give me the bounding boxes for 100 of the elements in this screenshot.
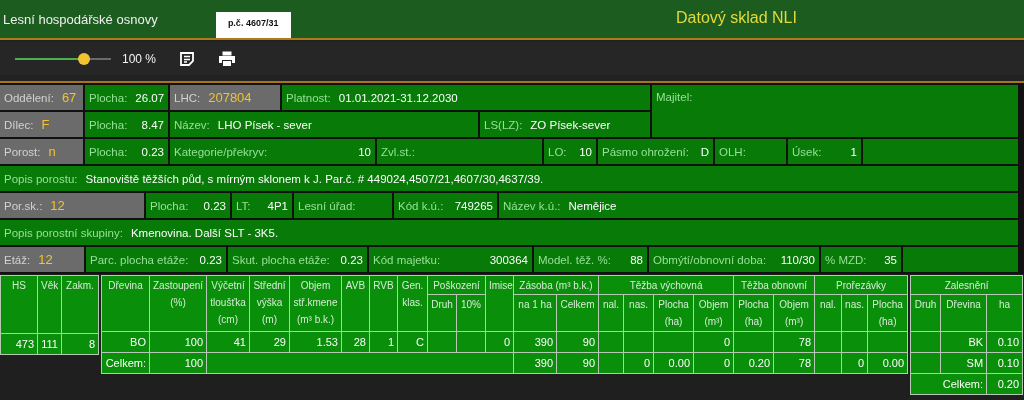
- field-value: 8.47: [141, 118, 164, 131]
- table-cell: 0.20: [986, 373, 1023, 395]
- field-value: 1: [850, 145, 857, 158]
- field-label: Zvl.st.:: [381, 145, 415, 158]
- table-cell: [733, 331, 774, 353]
- column-header: Zalesnění: [910, 275, 1023, 295]
- column-header: Plocha (ha): [733, 294, 774, 332]
- field-value: 10: [358, 145, 371, 158]
- column-header: Druh: [427, 294, 457, 332]
- column-header: RVB: [369, 275, 398, 332]
- field-label: Model. těž. %:: [538, 253, 611, 266]
- field-label: LT:: [236, 199, 251, 212]
- table-cell: 0: [693, 331, 734, 353]
- field-value: 88: [630, 253, 643, 266]
- field-label: Kód k.ú.:: [398, 199, 444, 212]
- field-value: n: [48, 144, 56, 159]
- field-label: Porost:: [4, 145, 41, 158]
- field-value: 10: [579, 145, 592, 158]
- table-cell: [841, 331, 868, 353]
- table-cell: [623, 331, 654, 353]
- field-value: 0.23: [340, 253, 363, 266]
- app-title: Lesní hospodářské osnovy: [2, 11, 158, 27]
- field-label: Platnost:: [286, 91, 331, 104]
- table-cell: 1: [369, 331, 398, 353]
- table-cell: [653, 331, 694, 353]
- table-cell: [427, 331, 457, 353]
- field-label: Plocha:: [150, 199, 189, 212]
- field-label: Plocha:: [89, 145, 128, 158]
- field-label: Název k.ú.:: [503, 199, 561, 212]
- field-label: OLH:: [719, 145, 746, 158]
- column-header: Zakm.: [61, 275, 99, 334]
- print-icon[interactable]: [218, 50, 237, 67]
- column-header: Druh: [910, 294, 941, 332]
- zoom-reading: 100 %: [122, 51, 157, 66]
- table-cell: [456, 331, 486, 353]
- column-header: nal.: [814, 294, 842, 332]
- column-header: Objem (m³): [693, 294, 734, 332]
- field-value: F: [41, 117, 50, 132]
- table-cell: 390: [513, 331, 557, 353]
- table-cell: 90: [556, 331, 599, 353]
- field-value: Stanoviště těžších půd, s mírným sklonem k J. Par.č. # 449024,4507/21,4607/30,4637/39.: [85, 172, 544, 185]
- table-cell: 111: [37, 333, 62, 355]
- table-cell: Celkem:: [910, 373, 987, 395]
- field-label: Dílec:: [4, 118, 34, 131]
- app-name: Datový sklad NLI: [676, 9, 797, 27]
- note-icon[interactable]: [179, 50, 196, 67]
- table-cell: Celkem:: [101, 352, 150, 374]
- table-cell: 78: [773, 331, 815, 353]
- table-cell: BO: [101, 331, 150, 353]
- table-cell: C: [397, 331, 428, 353]
- field-value: 207804: [208, 90, 252, 105]
- column-header: AVB: [341, 275, 370, 332]
- field-label: LHC:: [174, 91, 201, 104]
- field-value: 0.23: [141, 145, 164, 158]
- field-value: Nemějice: [568, 199, 617, 212]
- table-cell: [814, 331, 842, 353]
- column-header: nal.: [598, 294, 624, 332]
- field-label: Úsek:: [792, 145, 822, 158]
- column-header: nas.: [623, 294, 654, 332]
- column-header: Poškození: [427, 275, 486, 295]
- column-header: Dřevina: [940, 294, 987, 332]
- field-value: 01.01.2021-31.12.2030: [338, 91, 458, 104]
- field-value: 0.23: [203, 199, 226, 212]
- table-cell: 0.00: [653, 352, 694, 374]
- field-value: D: [700, 145, 709, 158]
- field-label: Kód majetku:: [373, 253, 441, 266]
- column-header: Imise: [485, 275, 514, 332]
- table-cell: 0.20: [733, 352, 774, 374]
- table-cell: BK: [940, 331, 987, 353]
- column-header: Plocha (ha): [653, 294, 694, 332]
- table-cell: 0.00: [867, 352, 908, 374]
- table-cell: 100: [149, 352, 207, 374]
- field-value: Kmenovina. Další SLT - 3K5.: [130, 226, 279, 239]
- column-header: Střední výška (m): [249, 275, 290, 332]
- column-header: Těžba obnovní: [733, 275, 815, 295]
- column-header: Celkem: [556, 294, 599, 332]
- table-cell: 8: [61, 333, 99, 355]
- field-label: Popis porostu:: [4, 172, 78, 185]
- field-label: Plocha:: [89, 118, 128, 131]
- field-value: 35: [884, 253, 897, 266]
- field-value: LHO Písek - sever: [217, 118, 312, 131]
- table-cell: 1.53: [289, 331, 342, 353]
- field-label: Kategorie/překryv:: [174, 145, 268, 158]
- field-value: 12: [50, 198, 65, 213]
- column-header: Objem stř.kmene (m³ b.k.): [289, 275, 342, 332]
- field-label: LS(LZ):: [484, 118, 523, 131]
- column-header: Dřevina: [101, 275, 150, 332]
- field-label: Skut. plocha etáže:: [232, 253, 330, 266]
- field-label: % MZD:: [825, 253, 867, 266]
- zoom-slider[interactable]: [15, 52, 111, 65]
- slider-thumb[interactable]: [78, 52, 91, 65]
- field-label: Etáž:: [4, 253, 31, 266]
- field-label: Por.sk.:: [4, 199, 43, 212]
- table-cell: 0: [485, 331, 514, 353]
- column-header: Plocha (ha): [867, 294, 908, 332]
- table-cell: 0: [693, 352, 734, 374]
- field-value: ZO Písek-sever: [530, 118, 611, 131]
- field-value: 749265: [454, 199, 493, 212]
- field-label: Parc. plocha etáže:: [90, 253, 189, 266]
- field-value: 0.23: [199, 253, 222, 266]
